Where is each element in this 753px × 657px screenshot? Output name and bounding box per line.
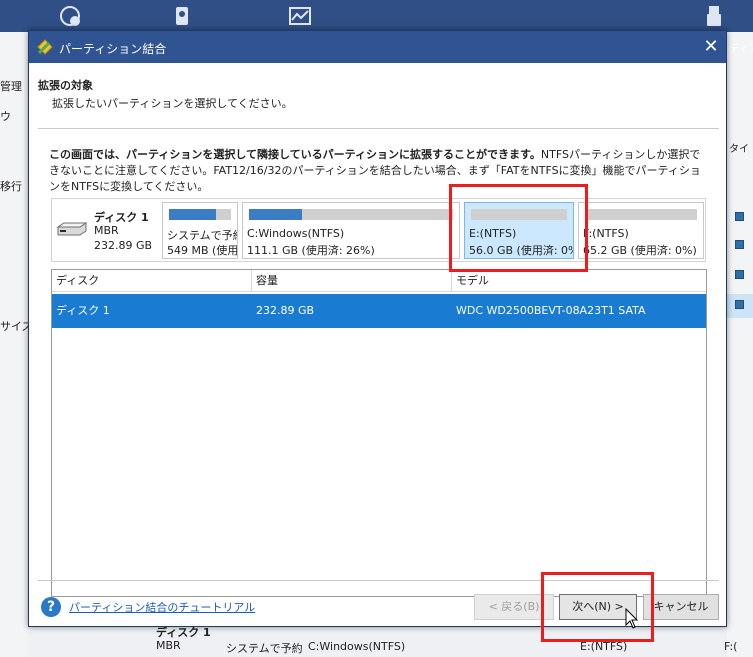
cell-capacity: 232.89 GB (256, 304, 315, 317)
footer-divider (38, 580, 719, 581)
bg-partition-label: F:( (724, 640, 738, 653)
disk-table: ディスク 容量 モデル ディスク 1 232.89 GB WDC WD2500B… (51, 269, 707, 597)
usb-icon[interactable] (702, 4, 726, 28)
cancel-button[interactable]: キャンセル (643, 594, 719, 620)
step-subtitle: 拡張したいパーティションを選択してください。 (52, 97, 293, 110)
partition-label: C:Windows(NTFS) (247, 227, 345, 240)
bg-partition-square (735, 300, 744, 309)
cell-disk: ディスク 1 (56, 304, 110, 317)
bg-left-item: ウ (0, 110, 11, 123)
column-header-model[interactable]: モデル (452, 270, 706, 292)
description-text: この画面では、パーティションを選択して隣接しているパーティションに拡張することが… (49, 147, 711, 195)
bg-right-item: ディア (729, 44, 753, 55)
bg-right-item: タイ (729, 144, 749, 155)
bg-left-item: 管理 (0, 80, 22, 93)
close-button[interactable]: ✕ (700, 36, 722, 58)
background-disk-map: ディスク 1 MBR システムで予約 C:Windows(NTFS) E:(NT… (28, 626, 737, 657)
column-header-disk[interactable]: ディスク (52, 270, 252, 292)
partition-f[interactable]: F:(NTFS) 65.2 GB (使用済: 0%) (578, 202, 704, 259)
disk-info: ディスク 1 MBR 232.89 GB (52, 199, 160, 261)
help-icon[interactable]: ? (41, 597, 61, 617)
tutorial-link[interactable]: パーティション結合のチュートリアル (69, 599, 255, 615)
cell-model: WDC WD2500BEVT-08A23T1 SATA (456, 304, 646, 317)
usage-bar (169, 209, 231, 220)
partition-usage: 65.2 GB (使用済: 0%) (583, 244, 697, 257)
usage-bar-fill (249, 209, 303, 220)
partition-system-reserved[interactable]: システムで予約 549 MB (使用 (162, 202, 238, 259)
background-right-panel: ディア タイ (727, 32, 753, 657)
table-row[interactable]: ディスク 1 232.89 GB WDC WD2500BEVT-08A23T1 … (52, 294, 706, 328)
bg-partition-label: E:(NTFS) (580, 640, 628, 653)
chart-icon[interactable] (288, 4, 312, 28)
bg-partition-square (735, 240, 744, 249)
usage-bar (471, 209, 567, 220)
merge-partition-dialog: パーティション結合 ✕ 拡張の対象 拡張したいパーティションを選択してください。… (28, 30, 727, 627)
usage-bar (249, 209, 453, 220)
hard-disk-icon (56, 222, 88, 236)
partition-c-windows[interactable]: C:Windows(NTFS) 111.1 GB (使用済: 26%) (242, 202, 460, 259)
back-button[interactable]: < 戻る(B) (474, 594, 554, 620)
close-icon: ✕ (703, 36, 719, 57)
partition-usage: 549 MB (使用 (167, 244, 238, 257)
partition-label: E:(NTFS) (469, 227, 517, 240)
disk-type: MBR (94, 224, 119, 237)
partition-usage: 111.1 GB (使用済: 26%) (247, 244, 375, 257)
dialog-title: パーティション結合 (59, 42, 167, 56)
step-title: 拡張の対象 (38, 79, 93, 92)
usage-bar (585, 209, 697, 220)
disk-size: 232.89 GB (94, 239, 153, 252)
description-bold: この画面では、パーティションを選択して隣接しているパーティションに拡張することが… (49, 148, 541, 161)
mouse-cursor-icon (625, 608, 639, 629)
partition-usage: 56.0 GB (使用済: 0% (469, 244, 574, 257)
bg-left-item: 移行 (0, 180, 22, 193)
merge-wand-icon (37, 39, 53, 55)
disk-clone-icon[interactable] (58, 4, 82, 28)
usage-bar-fill (169, 209, 216, 220)
bg-partition-square (735, 270, 744, 279)
partition-e-selected[interactable]: E:(NTFS) 56.0 GB (使用済: 0% (464, 202, 574, 259)
bg-disk-type: MBR (156, 639, 181, 652)
wizard-header: 拡張の対象 拡張したいパーティションを選択してください。 (29, 63, 726, 129)
bg-partition-label: システムで予約 (226, 642, 303, 655)
background-toolbar (0, 0, 753, 32)
column-header-capacity[interactable]: 容量 (252, 270, 452, 292)
partition-label: システムで予約 (167, 229, 238, 242)
bg-partition-label: C:Windows(NTFS) (308, 640, 406, 653)
background-left-panel: 管理 ウ 移行 サイズ (0, 32, 33, 657)
header-divider (38, 128, 719, 129)
disk-icon[interactable] (170, 4, 194, 28)
dialog-titlebar[interactable]: パーティション結合 ✕ (29, 31, 726, 63)
disk-name: ディスク 1 (94, 211, 149, 224)
table-header: ディスク 容量 モデル (52, 270, 706, 292)
partition-label: F:(NTFS) (583, 227, 629, 240)
disk-map: ディスク 1 MBR 232.89 GB システムで予約 549 MB (使用 … (51, 198, 706, 262)
bg-partition-square (735, 212, 744, 221)
